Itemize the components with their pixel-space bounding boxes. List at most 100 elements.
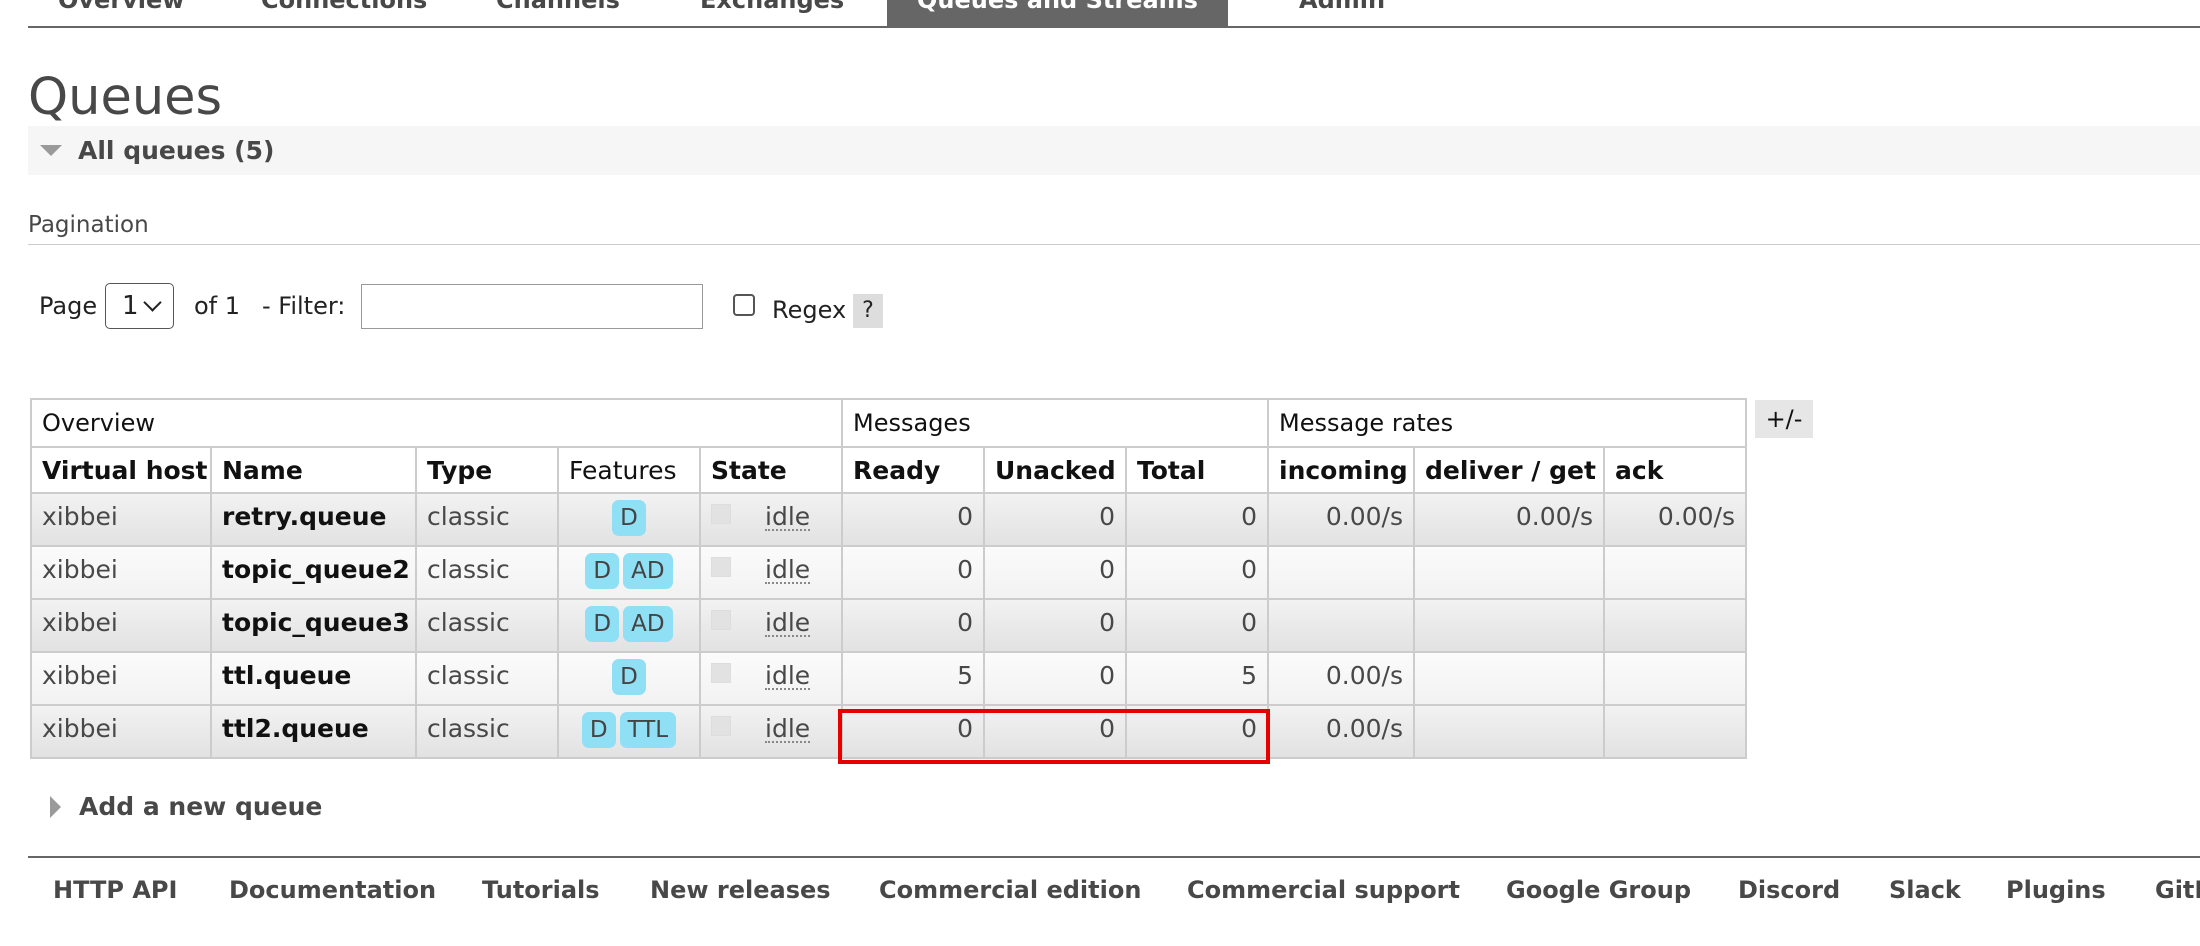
state-label: idle xyxy=(765,608,811,637)
filter-input[interactable] xyxy=(361,284,703,329)
footer-link-discord[interactable]: Discord xyxy=(1738,876,1840,904)
feature-badge: D xyxy=(612,659,646,695)
page-label: Page xyxy=(39,292,98,320)
footer-link-new-releases[interactable]: New releases xyxy=(650,876,831,904)
column-header-deliver-get[interactable]: deliver / get xyxy=(1413,446,1605,494)
tab-overview[interactable]: Overview xyxy=(28,0,214,26)
vhost-cell: xibbei xyxy=(30,545,212,600)
ready-cell: 0 xyxy=(841,704,985,759)
column-header-virtual-host[interactable]: Virtual host xyxy=(30,446,212,494)
footer-link-plugins[interactable]: Plugins xyxy=(2006,876,2106,904)
state-label: idle xyxy=(765,555,811,584)
feature-badge: AD xyxy=(623,606,673,642)
deliver-get-cell: 0.00/s xyxy=(1413,492,1605,547)
state-label: idle xyxy=(765,714,811,743)
features-cell: D xyxy=(557,492,701,547)
incoming-cell: 0.00/s xyxy=(1267,492,1415,547)
column-header-incoming[interactable]: incoming xyxy=(1267,446,1415,494)
state-cell: idle xyxy=(699,704,843,759)
queue-name-link[interactable]: ttl.queue xyxy=(210,651,417,706)
type-cell: classic xyxy=(415,651,559,706)
feature-badge: D xyxy=(585,606,620,642)
unacked-cell: 0 xyxy=(983,545,1127,600)
footer-link-google-group[interactable]: Google Group xyxy=(1506,876,1691,904)
column-header-total[interactable]: Total xyxy=(1125,446,1269,494)
filter-label: - Filter: xyxy=(262,292,346,320)
footer-link-tutorials[interactable]: Tutorials xyxy=(482,876,600,904)
column-header-ready[interactable]: Ready xyxy=(841,446,985,494)
ack-cell: 0.00/s xyxy=(1603,492,1747,547)
tab-channels[interactable]: Channels xyxy=(466,0,650,26)
type-cell: classic xyxy=(415,598,559,653)
features-cell: D AD xyxy=(557,598,701,653)
queue-name-link[interactable]: topic_queue2 xyxy=(210,545,417,600)
feature-badge: D xyxy=(612,500,646,536)
column-header-type[interactable]: Type xyxy=(415,446,559,494)
all-queues-section-header[interactable]: All queues (5) xyxy=(28,126,2200,175)
column-header-ack[interactable]: ack xyxy=(1603,446,1747,494)
vhost-cell: xibbei xyxy=(30,598,212,653)
column-header-state[interactable]: State xyxy=(699,446,843,494)
footer-link-commercial-edition[interactable]: Commercial edition xyxy=(879,876,1141,904)
pagination-title: Pagination xyxy=(28,212,149,238)
vhost-cell: xibbei xyxy=(30,492,212,547)
regex-checkbox[interactable] xyxy=(733,294,755,316)
column-header-name[interactable]: Name xyxy=(210,446,417,494)
unacked-cell: 0 xyxy=(983,704,1127,759)
pagination-divider xyxy=(28,244,2200,245)
queue-name-link[interactable]: retry.queue xyxy=(210,492,417,547)
footer-link-http-api[interactable]: HTTP API xyxy=(53,876,177,904)
state-cell: idle xyxy=(699,598,843,653)
total-cell: 0 xyxy=(1125,704,1269,759)
state-square-icon xyxy=(711,663,731,683)
features-cell: D xyxy=(557,651,701,706)
ready-cell: 0 xyxy=(841,545,985,600)
feature-badge: TTL xyxy=(619,712,677,748)
ack-cell xyxy=(1603,598,1747,653)
ack-cell xyxy=(1603,545,1747,600)
column-header-unacked[interactable]: Unacked xyxy=(983,446,1127,494)
state-square-icon xyxy=(711,504,731,524)
footer-link-commercial-support[interactable]: Commercial support xyxy=(1187,876,1460,904)
ack-cell xyxy=(1603,704,1747,759)
incoming-cell xyxy=(1267,598,1415,653)
state-cell: idle xyxy=(699,545,843,600)
table-row: xibbei topic_queue2 classic D AD idle 0 0… xyxy=(30,545,1747,600)
regex-help-button[interactable]: ? xyxy=(853,294,883,328)
vhost-cell: xibbei xyxy=(30,651,212,706)
type-cell: classic xyxy=(415,545,559,600)
page-select[interactable]: 1 xyxy=(105,283,174,329)
add-queue-label: Add a new queue xyxy=(79,792,323,821)
footer-link-documentation[interactable]: Documentation xyxy=(229,876,436,904)
state-square-icon xyxy=(711,610,731,630)
table-row: xibbei ttl2.queue classic D TTL idle 0 0 … xyxy=(30,704,1747,759)
table-row: xibbei ttl.queue classic D idle 5 0 5 0.… xyxy=(30,651,1747,706)
group-header-message-rates: Message rates xyxy=(1267,398,1747,448)
tab-admin[interactable]: Admin xyxy=(1269,0,1415,26)
chevron-down-icon xyxy=(143,293,162,312)
page-count-label: of 1 xyxy=(194,292,241,320)
column-toggle-button[interactable]: +/- xyxy=(1755,400,1813,438)
ack-cell xyxy=(1603,651,1747,706)
tab-connections[interactable]: Connections xyxy=(231,0,457,26)
features-cell: D AD xyxy=(557,545,701,600)
unacked-cell: 0 xyxy=(983,492,1127,547)
tab-exchanges[interactable]: Exchanges xyxy=(670,0,874,26)
table-row: xibbei retry.queue classic D idle 0 0 0 … xyxy=(30,492,1747,547)
all-queues-label: All queues (5) xyxy=(78,136,275,165)
queue-name-link[interactable]: topic_queue3 xyxy=(210,598,417,653)
ready-cell: 0 xyxy=(841,492,985,547)
queue-name-link[interactable]: ttl2.queue xyxy=(210,704,417,759)
tab-queues-and-streams[interactable]: Queues and Streams xyxy=(887,0,1228,26)
deliver-get-cell xyxy=(1413,704,1605,759)
footer-link-slack[interactable]: Slack xyxy=(1889,876,1961,904)
state-square-icon xyxy=(711,716,731,736)
state-cell: idle xyxy=(699,492,843,547)
type-cell: classic xyxy=(415,704,559,759)
features-cell: D TTL xyxy=(557,704,701,759)
feature-badge: D xyxy=(581,712,616,748)
group-header-messages: Messages xyxy=(841,398,1269,448)
state-square-icon xyxy=(711,557,731,577)
footer-link-github[interactable]: GitHub xyxy=(2155,876,2200,904)
deliver-get-cell xyxy=(1413,651,1605,706)
